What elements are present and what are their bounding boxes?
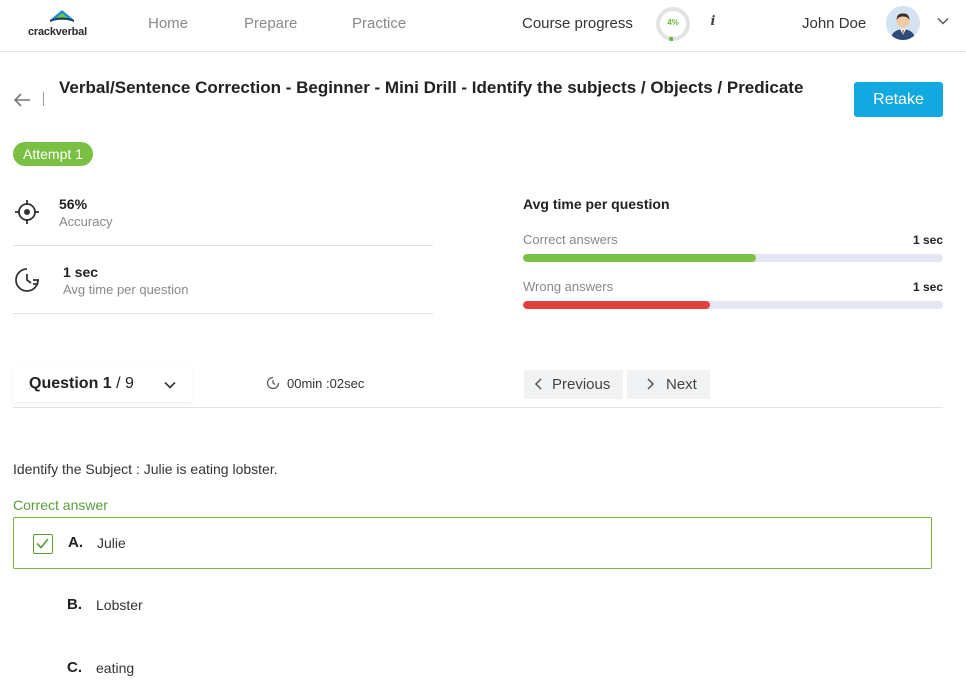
question-prefix: Question xyxy=(29,375,99,392)
wrong-answers-value: 1 sec xyxy=(912,280,943,294)
stats-divider xyxy=(13,245,433,246)
previous-button[interactable]: Previous xyxy=(524,370,623,399)
arrow-left-icon[interactable] xyxy=(12,90,32,110)
question-divider xyxy=(13,407,943,408)
retake-button[interactable]: Retake xyxy=(854,82,943,117)
course-progress-label: Course progress xyxy=(522,15,633,32)
title-separator xyxy=(43,92,44,106)
question-current: 1 xyxy=(102,375,112,392)
logo-text: crackverbal xyxy=(28,26,87,38)
next-label: Next xyxy=(666,376,697,393)
correct-answer-label: Correct answer xyxy=(13,497,108,513)
avg-time-value: 1 sec xyxy=(63,264,99,280)
option-letter: B. xyxy=(67,596,82,613)
clock-icon xyxy=(15,268,39,292)
book-logo-icon xyxy=(50,10,74,22)
option-text: eating xyxy=(96,660,135,676)
question-timer: 00min :02sec xyxy=(287,376,365,391)
chevron-down-icon xyxy=(164,381,176,389)
answer-option-a[interactable]: A. Julie xyxy=(13,517,932,569)
question-total: / 9 xyxy=(116,375,134,392)
correct-answers-bar-fill xyxy=(523,254,757,262)
nav-home[interactable]: Home xyxy=(148,15,188,32)
option-text: Lobster xyxy=(96,597,143,613)
wrong-answers-bar-fill xyxy=(523,301,710,309)
next-button[interactable]: Next xyxy=(627,370,710,399)
avg-time-title: Avg time per question xyxy=(523,196,670,212)
checkbox-checked-icon xyxy=(33,534,53,554)
timer-icon xyxy=(266,376,280,390)
target-icon xyxy=(15,200,39,224)
answer-option-c[interactable]: C. eating xyxy=(13,643,932,680)
wrong-answers-bar xyxy=(523,301,943,309)
correct-answers-label: Correct answers xyxy=(523,232,618,247)
avatar[interactable] xyxy=(886,6,920,40)
user-name[interactable]: John Doe xyxy=(802,15,866,32)
stats-divider xyxy=(13,313,433,314)
wrong-answers-label: Wrong answers xyxy=(523,279,614,294)
question-selector[interactable]: Question 1 / 9 xyxy=(13,366,192,402)
nav-prepare[interactable]: Prepare xyxy=(244,15,297,32)
option-letter: A. xyxy=(68,534,83,551)
chevron-down-icon[interactable] xyxy=(936,14,950,28)
crackverbal-logo[interactable]: crackverbal xyxy=(28,6,98,40)
info-icon[interactable]: i xyxy=(706,14,720,32)
nav-practice[interactable]: Practice xyxy=(352,15,406,32)
correct-answers-value: 1 sec xyxy=(912,233,943,247)
chevron-right-icon xyxy=(647,378,655,390)
page-title: Verbal/Sentence Correction - Beginner - … xyxy=(59,78,804,97)
answer-option-b[interactable]: B. Lobster xyxy=(13,580,932,632)
accuracy-label: Accuracy xyxy=(59,214,113,229)
question-text: Identify the Subject : Julie is eating l… xyxy=(13,461,278,477)
option-text: Julie xyxy=(97,535,126,551)
top-navbar: crackverbal Home Prepare Practice Course… xyxy=(0,0,966,52)
user-avatar-icon xyxy=(886,6,920,40)
attempt-badge[interactable]: Attempt 1 xyxy=(13,142,93,166)
question-selector-label: Question 1 / 9 xyxy=(29,375,134,393)
previous-label: Previous xyxy=(552,376,611,393)
accuracy-value: 56% xyxy=(59,196,88,212)
course-progress-ring[interactable]: 4% xyxy=(655,6,691,42)
chevron-left-icon xyxy=(534,378,542,390)
course-progress-value: 4% xyxy=(667,18,679,27)
correct-answers-bar xyxy=(523,254,943,262)
option-letter: C. xyxy=(67,659,82,676)
avg-time-label: Avg time per question xyxy=(63,282,189,297)
